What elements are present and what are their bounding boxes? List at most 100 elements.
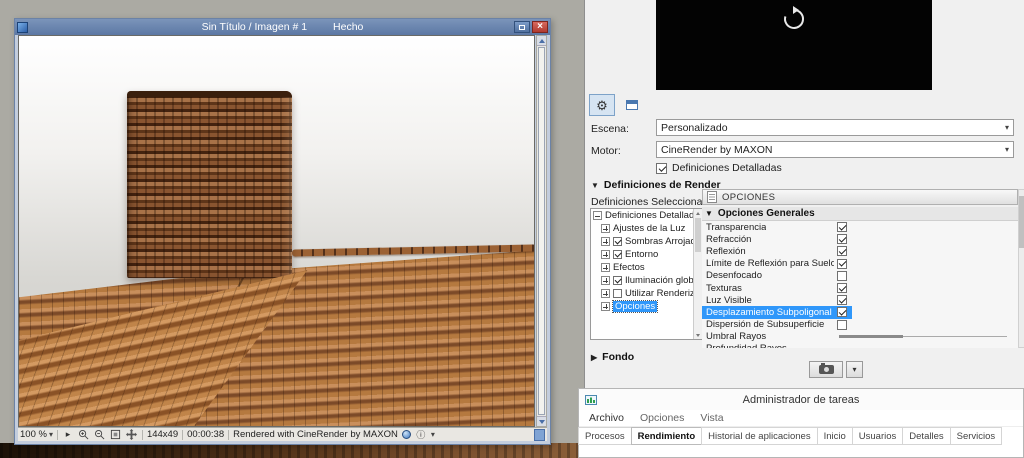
expand-icon[interactable] — [601, 302, 610, 311]
general-options-group-header[interactable]: ▼ Opciones Generales — [702, 207, 1018, 221]
resize-grip[interactable] — [534, 428, 545, 441]
menu-archivo[interactable]: Archivo — [589, 412, 624, 424]
tree-item-sombras[interactable]: Sombras Arrojadas — [591, 235, 702, 248]
task-manager-icon — [585, 394, 597, 406]
tab-historial[interactable]: Historial de aplicaciones — [701, 427, 818, 445]
close-button[interactable]: × — [532, 21, 548, 33]
restore-icon — [519, 24, 525, 30]
fit-to-window-icon[interactable] — [110, 429, 122, 441]
checkbox[interactable] — [837, 270, 847, 281]
option-row-profundidad-rayos[interactable]: Profundidad Rayos — [702, 343, 1018, 348]
options-scrollbar[interactable] — [1018, 189, 1024, 348]
tab-inicio[interactable]: Inicio — [816, 427, 853, 445]
option-row-luz-visible[interactable]: Luz Visible — [702, 294, 1018, 306]
scroll-down-arrow[interactable] — [694, 331, 702, 339]
tree-scrollbar[interactable] — [693, 209, 702, 339]
expand-icon[interactable] — [601, 250, 610, 259]
nav-arrow-icon[interactable]: ▸ — [62, 429, 74, 441]
refresh-icon[interactable] — [781, 6, 807, 90]
menu-vista[interactable]: Vista — [700, 412, 723, 424]
tree-item-iluminacion-global[interactable]: Iluminación global — [591, 274, 702, 287]
detailed-definitions-row[interactable]: Definiciones Detalladas — [656, 162, 782, 174]
render-camera-button[interactable] — [809, 361, 843, 378]
checkbox[interactable] — [613, 250, 622, 259]
minimize-button[interactable] — [514, 21, 530, 33]
info-icon[interactable]: ⓘ — [415, 429, 427, 441]
tree-item-entorno[interactable]: Entorno — [591, 248, 702, 261]
checkbox[interactable] — [837, 283, 847, 294]
render-sphere-icon[interactable] — [401, 430, 411, 439]
menu-opciones[interactable]: Opciones — [640, 412, 684, 424]
zoom-out-icon[interactable] — [94, 429, 106, 441]
checkbox[interactable] — [837, 295, 847, 306]
chevron-down-icon[interactable]: ▾ — [431, 430, 435, 439]
tree-item-opciones[interactable]: Opciones — [591, 300, 702, 313]
render-window-body — [18, 35, 547, 427]
checkbox[interactable] — [613, 237, 622, 246]
expand-icon[interactable] — [601, 276, 610, 285]
expand-icon[interactable] — [601, 237, 610, 246]
scrollbar-thumb[interactable] — [1019, 196, 1024, 248]
scrollbar-thumb[interactable] — [695, 218, 701, 252]
umbral-rayos-slider[interactable] — [839, 333, 1007, 341]
fondo-header[interactable]: ▶ Fondo — [591, 351, 634, 363]
tab-rendimiento[interactable]: Rendimiento — [630, 427, 703, 445]
preview-area — [656, 0, 932, 90]
scroll-up-arrow[interactable] — [537, 36, 546, 46]
checkbox[interactable] — [837, 307, 847, 318]
tab-preview[interactable] — [619, 94, 645, 116]
task-manager-titlebar[interactable]: Administrador de tareas — [579, 389, 1023, 410]
option-row-dispersion-subsuperficie[interactable]: Dispersión de Subsuperficie — [702, 319, 1018, 331]
scene-value: Personalizado — [661, 121, 728, 134]
chevron-down-icon: ▾ — [1004, 145, 1009, 154]
tab-settings[interactable]: ⚙ — [589, 94, 615, 116]
checkbox[interactable] — [837, 319, 847, 330]
tree-item-ajustes-luz[interactable]: Ajustes de la Luz — [591, 222, 702, 235]
option-row-reflexion[interactable]: Reflexión — [702, 245, 1018, 257]
option-row-refraccion[interactable]: Refracción — [702, 233, 1018, 245]
option-row-desenfocado[interactable]: Desenfocado — [702, 270, 1018, 282]
tab-usuarios[interactable]: Usuarios — [851, 427, 904, 445]
checkbox[interactable] — [837, 234, 847, 245]
zoom-level: 100 % — [20, 429, 47, 440]
expand-icon[interactable] — [601, 289, 610, 298]
option-label: Texturas — [706, 282, 742, 294]
render-options-dropdown-button[interactable]: ▾ — [846, 361, 863, 378]
checkbox[interactable] — [656, 162, 667, 174]
option-label: Transparencia — [706, 221, 767, 233]
vertical-scrollbar[interactable] — [536, 35, 547, 427]
option-row-desplazamiento-subpoligonal[interactable]: Desplazamiento Subpoligonal — [702, 306, 1018, 319]
camera-icon — [818, 363, 834, 374]
option-row-texturas[interactable]: Texturas — [702, 282, 1018, 294]
separator — [56, 429, 58, 440]
scrollbar-thumb[interactable] — [538, 47, 545, 415]
tab-servicios[interactable]: Servicios — [949, 427, 1003, 445]
render-preview-window: Sin Título / Imagen # 1 Hecho × 100 % ▾ … — [14, 18, 551, 445]
tab-procesos[interactable]: Procesos — [578, 427, 632, 445]
expand-icon[interactable] — [601, 224, 610, 233]
checkbox[interactable] — [837, 258, 847, 269]
tree-item-efectos[interactable]: Efectos — [591, 261, 702, 274]
checkbox[interactable] — [837, 222, 847, 233]
engine-select[interactable]: CineRender by MAXON ▾ — [656, 141, 1014, 158]
scroll-down-arrow[interactable] — [537, 416, 546, 426]
pan-hand-icon[interactable] — [126, 429, 138, 441]
option-row-umbral-rayos[interactable]: Umbral Rayos — [702, 331, 1018, 343]
scroll-up-arrow[interactable] — [694, 209, 702, 217]
zoom-in-icon[interactable] — [78, 429, 90, 441]
checkbox[interactable] — [613, 276, 622, 285]
collapse-expander-icon[interactable] — [593, 211, 602, 220]
tab-detalles[interactable]: Detalles — [902, 427, 951, 445]
checkbox[interactable] — [613, 289, 622, 298]
option-row-transparencia[interactable]: Transparencia — [702, 221, 1018, 233]
tree-item-utilizar-renderizado[interactable]: Utilizar Renderizad... — [591, 287, 702, 300]
tree-item-root[interactable]: Definiciones Detallada — [591, 209, 702, 222]
checkbox[interactable] — [837, 246, 847, 257]
zoom-level-dropdown[interactable]: 100 % ▾ — [20, 429, 53, 440]
render-settings-tree: Definiciones Detallada Ajustes de la Luz… — [590, 208, 703, 340]
render-window-titlebar[interactable]: Sin Título / Imagen # 1 Hecho × — [15, 19, 550, 35]
options-header[interactable]: OPCIONES — [702, 189, 1018, 205]
option-row-limite-reflexion[interactable]: Límite de Reflexión para Suelo/C... — [702, 258, 1018, 270]
scene-select[interactable]: Personalizado ▾ — [656, 119, 1014, 136]
expand-icon[interactable] — [601, 263, 610, 272]
